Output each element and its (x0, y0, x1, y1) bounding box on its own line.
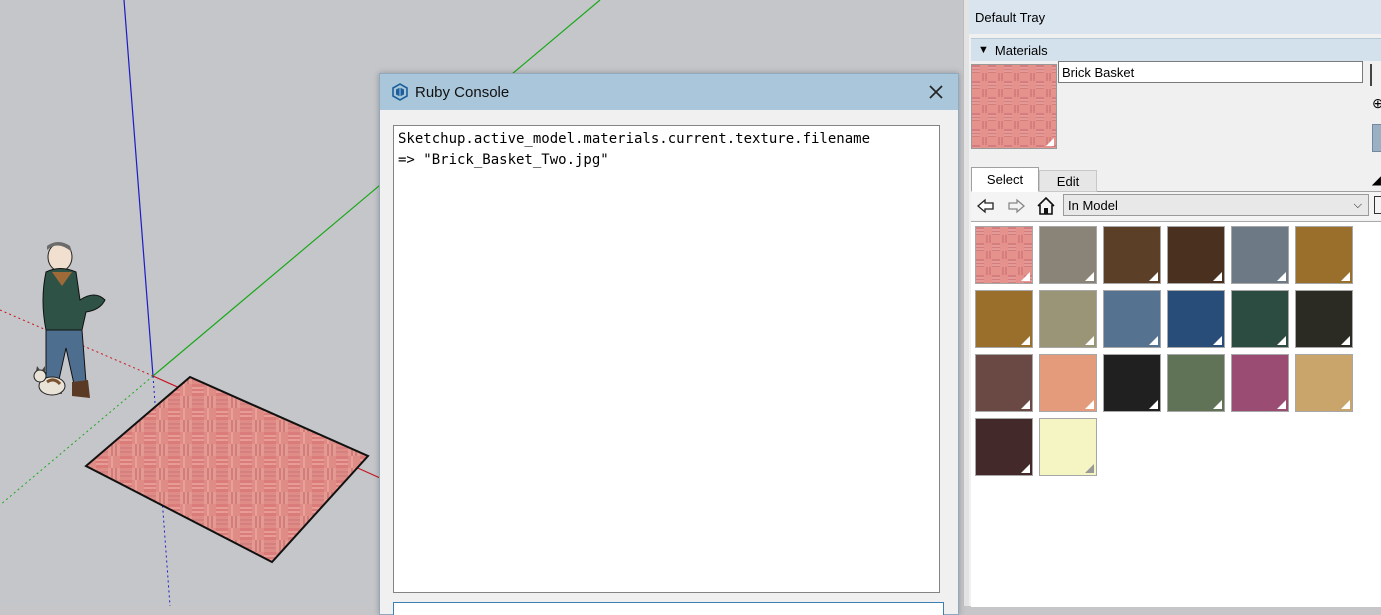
ruby-console-titlebar[interactable]: Ruby Console (380, 74, 958, 110)
material-swatch[interactable] (975, 418, 1033, 476)
home-icon[interactable] (1035, 195, 1057, 217)
ruby-console-title: Ruby Console (415, 83, 510, 101)
materials-grid (971, 221, 1381, 607)
material-swatch[interactable] (1103, 290, 1161, 348)
material-preview[interactable] (971, 64, 1057, 149)
ruby-console-window: Ruby Console Sketchup.active_model.mater… (379, 73, 959, 615)
collection-select[interactable]: In Model ⌵ (1063, 194, 1369, 216)
material-swatch[interactable] (1039, 354, 1097, 412)
collection-select-value: In Model (1068, 197, 1118, 213)
console-line: => "Brick_Basket_Two.jpg" (398, 152, 609, 168)
details-button[interactable] (1374, 196, 1381, 214)
materials-tabs: Select Edit ◢ (971, 167, 1381, 192)
material-swatch[interactable] (1295, 290, 1353, 348)
create-material-icon[interactable]: ⊕ (1372, 95, 1381, 115)
material-swatch[interactable] (1231, 290, 1289, 348)
chevron-down-icon: ⌵ (1353, 199, 1362, 211)
material-swatch[interactable] (1039, 418, 1097, 476)
materials-panel-title: Materials (994, 42, 1048, 58)
material-swatch[interactable] (1167, 290, 1225, 348)
person-figure (42, 242, 106, 398)
material-swatch[interactable] (1231, 226, 1289, 284)
console-output[interactable]: Sketchup.active_model.materials.current.… (393, 125, 940, 593)
console-input[interactable] (393, 602, 944, 615)
sample-paint-button[interactable] (1372, 124, 1381, 152)
materials-panel-header[interactable]: ▼ Materials (971, 38, 1381, 61)
collapse-triangle-icon[interactable]: ▼ (978, 44, 989, 56)
material-swatch[interactable] (1103, 354, 1161, 412)
details-arrow-icon[interactable]: ◢ (1372, 173, 1381, 187)
material-swatch[interactable] (975, 290, 1033, 348)
material-name-field[interactable] (1058, 61, 1363, 83)
material-swatch[interactable] (1103, 226, 1161, 284)
default-tray: Default Tray ▼ Materials ⊕ Select Edit ◢… (969, 0, 1381, 607)
material-swatch[interactable] (975, 354, 1033, 412)
material-swatch[interactable] (1039, 290, 1097, 348)
material-swatch[interactable] (1039, 226, 1097, 284)
material-swatch[interactable] (1295, 226, 1353, 284)
material-swatch[interactable] (1167, 354, 1225, 412)
console-line: Sketchup.active_model.materials.current.… (398, 131, 871, 147)
display-secondary-pane-button[interactable] (1370, 64, 1381, 86)
forward-arrow-icon[interactable] (1005, 195, 1027, 217)
tab-edit[interactable]: Edit (1039, 170, 1097, 192)
tray-title: Default Tray (969, 0, 1381, 34)
material-swatch[interactable] (975, 226, 1033, 284)
sketchup-logo-icon (392, 83, 408, 101)
tab-select[interactable]: Select (971, 167, 1039, 192)
close-icon[interactable] (926, 82, 946, 102)
material-swatch[interactable] (1295, 354, 1353, 412)
material-swatch[interactable] (1167, 226, 1225, 284)
materials-nav-bar: In Model ⌵ (971, 192, 1381, 220)
back-arrow-icon[interactable] (975, 195, 997, 217)
material-swatch[interactable] (1231, 354, 1289, 412)
